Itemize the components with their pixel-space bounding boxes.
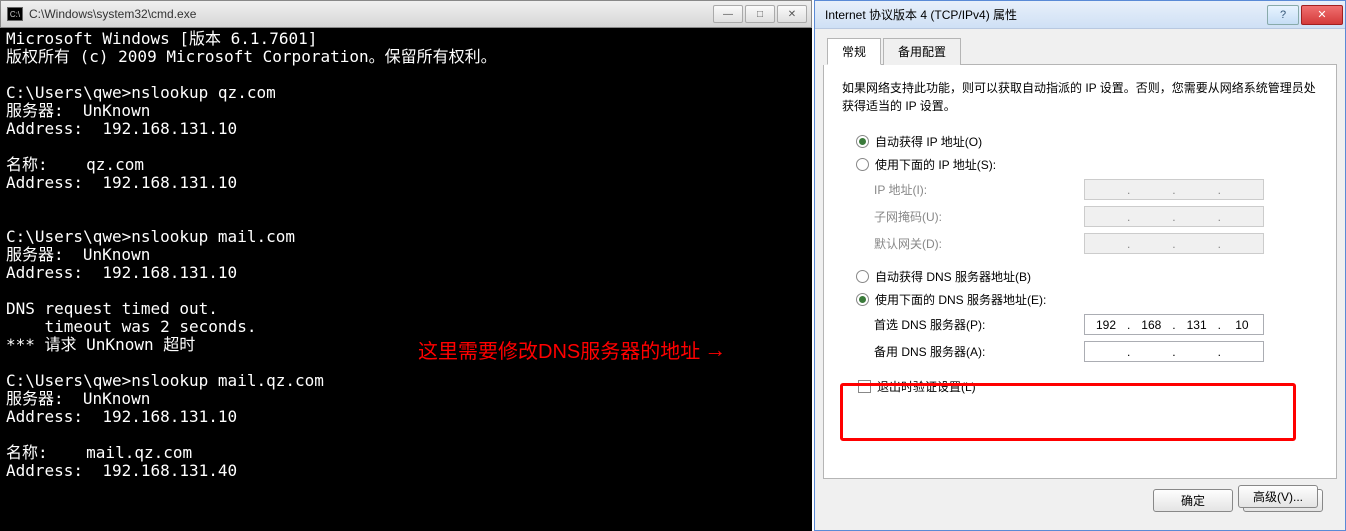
ip-octet[interactable]: 168 xyxy=(1134,318,1168,332)
radio-label: 自动获得 IP 地址(O) xyxy=(875,133,982,150)
field-gateway: 默认网关(D): ... xyxy=(874,233,1318,254)
radio-ip-manual[interactable]: 使用下面的 IP 地址(S): xyxy=(856,156,1318,173)
radio-label: 使用下面的 DNS 服务器地址(E): xyxy=(875,291,1046,308)
radio-dns-auto[interactable]: 自动获得 DNS 服务器地址(B) xyxy=(856,268,1318,285)
tab-alternate[interactable]: 备用配置 xyxy=(883,38,961,65)
ipv4-properties-dialog: Internet 协议版本 4 (TCP/IPv4) 属性 ? ✕ 常规 备用配… xyxy=(814,0,1346,531)
dialog-titlebar[interactable]: Internet 协议版本 4 (TCP/IPv4) 属性 ? ✕ xyxy=(815,1,1345,29)
radio-icon xyxy=(856,293,869,306)
advanced-button[interactable]: 高级(V)... xyxy=(1238,485,1318,508)
ip-octet[interactable]: 192 xyxy=(1089,318,1123,332)
help-button[interactable]: ? xyxy=(1267,5,1299,25)
field-ip-address: IP 地址(I): ... xyxy=(874,179,1318,200)
tab-pane-general: 如果网络支持此功能，则可以获取自动指派的 IP 设置。否则，您需要从网络系统管理… xyxy=(823,65,1337,479)
cmd-window: C:\ C:\Windows\system32\cmd.exe — □ ✕ Mi… xyxy=(0,0,812,531)
ip-fields: IP 地址(I): ... 子网掩码(U): ... 默认网关(D): ... xyxy=(874,179,1318,254)
cmd-title: C:\Windows\system32\cmd.exe xyxy=(29,7,711,21)
field-label: 默认网关(D): xyxy=(874,235,1084,252)
maximize-button[interactable]: □ xyxy=(745,5,775,23)
minimize-button[interactable]: — xyxy=(713,5,743,23)
alternate-dns-input[interactable]: ... xyxy=(1084,341,1264,362)
radio-icon xyxy=(856,135,869,148)
dialog-title-buttons: ? ✕ xyxy=(1267,5,1345,25)
radio-dns-manual[interactable]: 使用下面的 DNS 服务器地址(E): xyxy=(856,291,1318,308)
dialog-title: Internet 协议版本 4 (TCP/IPv4) 属性 xyxy=(825,6,1267,23)
field-label: 子网掩码(U): xyxy=(874,208,1084,225)
tab-general[interactable]: 常规 xyxy=(827,38,881,65)
field-label: 备用 DNS 服务器(A): xyxy=(874,343,1084,360)
checkbox-icon xyxy=(858,380,871,393)
radio-ip-auto[interactable]: 自动获得 IP 地址(O) xyxy=(856,133,1318,150)
validate-on-exit[interactable]: 退出时验证设置(L) xyxy=(858,378,1318,395)
radio-label: 自动获得 DNS 服务器地址(B) xyxy=(875,268,1031,285)
dialog-content: 常规 备用配置 如果网络支持此功能，则可以获取自动指派的 IP 设置。否则，您需… xyxy=(815,29,1345,530)
field-label: IP 地址(I): xyxy=(874,181,1084,198)
subnet-mask-input: ... xyxy=(1084,206,1264,227)
dns-fields: 首选 DNS 服务器(P): 192. 168. 131. 10 备用 DNS … xyxy=(874,314,1318,362)
ip-address-input: ... xyxy=(1084,179,1264,200)
description-text: 如果网络支持此功能，则可以获取自动指派的 IP 设置。否则，您需要从网络系统管理… xyxy=(842,79,1318,115)
ip-octet[interactable]: 10 xyxy=(1225,318,1259,332)
field-subnet-mask: 子网掩码(U): ... xyxy=(874,206,1318,227)
preferred-dns-input[interactable]: 192. 168. 131. 10 xyxy=(1084,314,1264,335)
checkbox-label: 退出时验证设置(L) xyxy=(877,378,976,395)
gateway-input: ... xyxy=(1084,233,1264,254)
cmd-icon: C:\ xyxy=(7,7,23,21)
field-alternate-dns: 备用 DNS 服务器(A): ... xyxy=(874,341,1318,362)
field-label: 首选 DNS 服务器(P): xyxy=(874,316,1084,333)
cmd-window-buttons: — □ ✕ xyxy=(711,5,807,23)
radio-label: 使用下面的 IP 地址(S): xyxy=(875,156,996,173)
radio-icon xyxy=(856,270,869,283)
annotation-callout: 这里需要修改DNS服务器的地址 → xyxy=(418,335,726,364)
arrow-right-icon: → xyxy=(704,337,726,363)
cmd-output[interactable]: Microsoft Windows [版本 6.1.7601] 版权所有 (c)… xyxy=(0,28,812,531)
ip-octet[interactable]: 131 xyxy=(1180,318,1214,332)
field-preferred-dns: 首选 DNS 服务器(P): 192. 168. 131. 10 xyxy=(874,314,1318,335)
ok-button[interactable]: 确定 xyxy=(1153,489,1233,512)
close-button[interactable]: ✕ xyxy=(777,5,807,23)
radio-icon xyxy=(856,158,869,171)
close-button[interactable]: ✕ xyxy=(1301,5,1343,25)
cmd-titlebar[interactable]: C:\ C:\Windows\system32\cmd.exe — □ ✕ xyxy=(0,0,812,28)
tabs: 常规 备用配置 xyxy=(827,37,1337,65)
annotation-text: 这里需要修改DNS服务器的地址 xyxy=(418,335,700,364)
